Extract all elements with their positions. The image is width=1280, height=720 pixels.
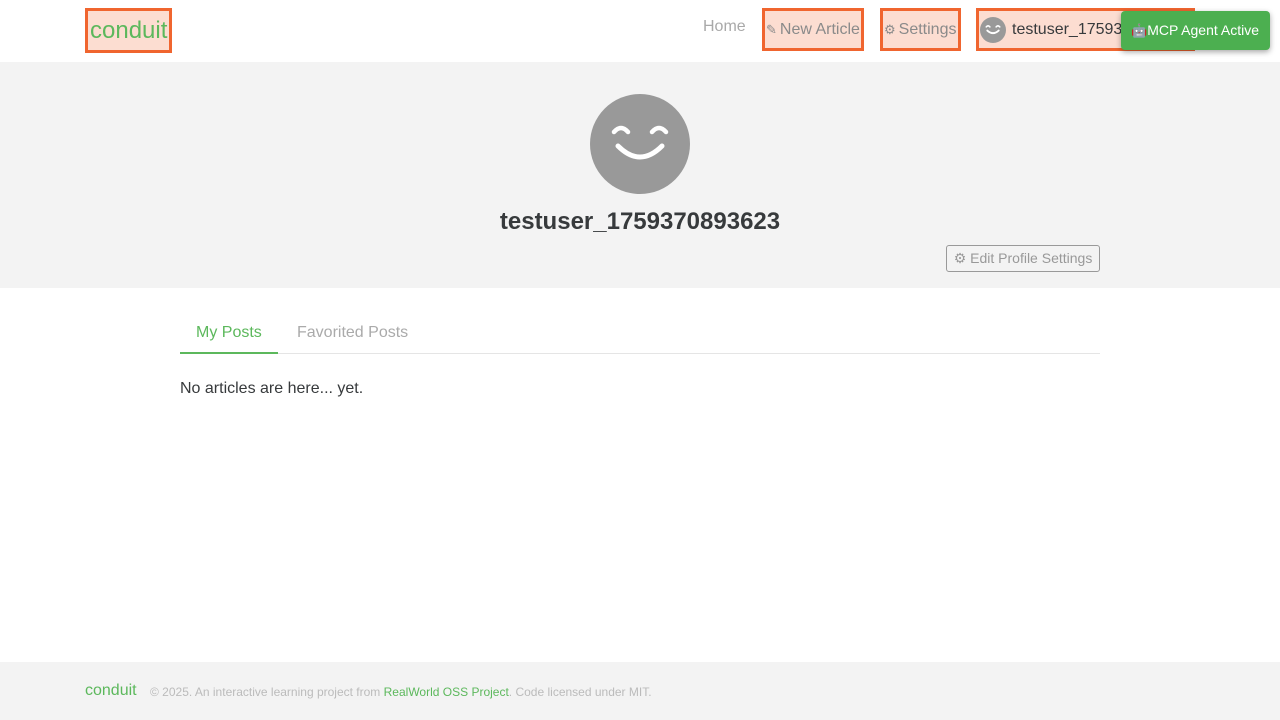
tab-favorited-posts[interactable]: Favorited Posts <box>281 314 424 354</box>
tab-my-posts[interactable]: My Posts <box>180 314 278 354</box>
nav-settings-link[interactable]: ⚙ Settings <box>880 8 961 51</box>
empty-articles-message: No articles are here... yet. <box>180 380 364 397</box>
robot-icon: 🤖 <box>1131 23 1148 38</box>
nav-username-label: testuser_17593 <box>1012 20 1123 38</box>
profile-avatar <box>590 94 690 194</box>
edit-profile-label: Edit Profile Settings <box>970 250 1093 266</box>
footer-realworld-link[interactable]: RealWorld OSS Project <box>384 685 509 699</box>
footer-brand-link[interactable]: conduit <box>85 682 137 700</box>
footer-text-suffix: . Code licensed under MIT. <box>508 685 652 699</box>
footer-text-prefix: © 2025. An interactive learning project … <box>150 685 384 699</box>
profile-username: testuser_1759370893623 <box>499 208 781 235</box>
nav-settings-label: Settings <box>898 21 957 38</box>
top-navbar: conduit Home ✎ New Article ⚙ Settings test… <box>0 0 1280 62</box>
edit-profile-settings-button[interactable]: ⚙ Edit Profile Settings <box>946 245 1100 272</box>
footer: conduit © 2025. An interactive learning … <box>0 662 1280 720</box>
gear-icon: ⚙ <box>884 22 896 37</box>
mcp-badge-label: MCP Agent Active <box>1147 22 1259 38</box>
profile-banner: testuser_1759370893623 ⚙ Edit Profile Se… <box>0 62 1280 288</box>
nav-home-label: Home <box>703 18 746 35</box>
article-tabs: My Posts Favorited Posts <box>180 314 1100 354</box>
nav-new-article-link[interactable]: ✎ New Article <box>762 8 864 51</box>
nav-home-link[interactable]: Home <box>703 8 746 51</box>
gear-icon: ⚙ <box>953 250 967 266</box>
brand-logo-link[interactable]: conduit <box>85 8 173 53</box>
user-avatar-small <box>980 16 1006 43</box>
nav-new-article-label: New Article <box>779 21 860 38</box>
footer-attribution: © 2025. An interactive learning project … <box>150 685 652 699</box>
edit-icon: ✎ <box>766 22 777 37</box>
mcp-agent-badge: 🤖MCP Agent Active <box>1121 11 1270 50</box>
